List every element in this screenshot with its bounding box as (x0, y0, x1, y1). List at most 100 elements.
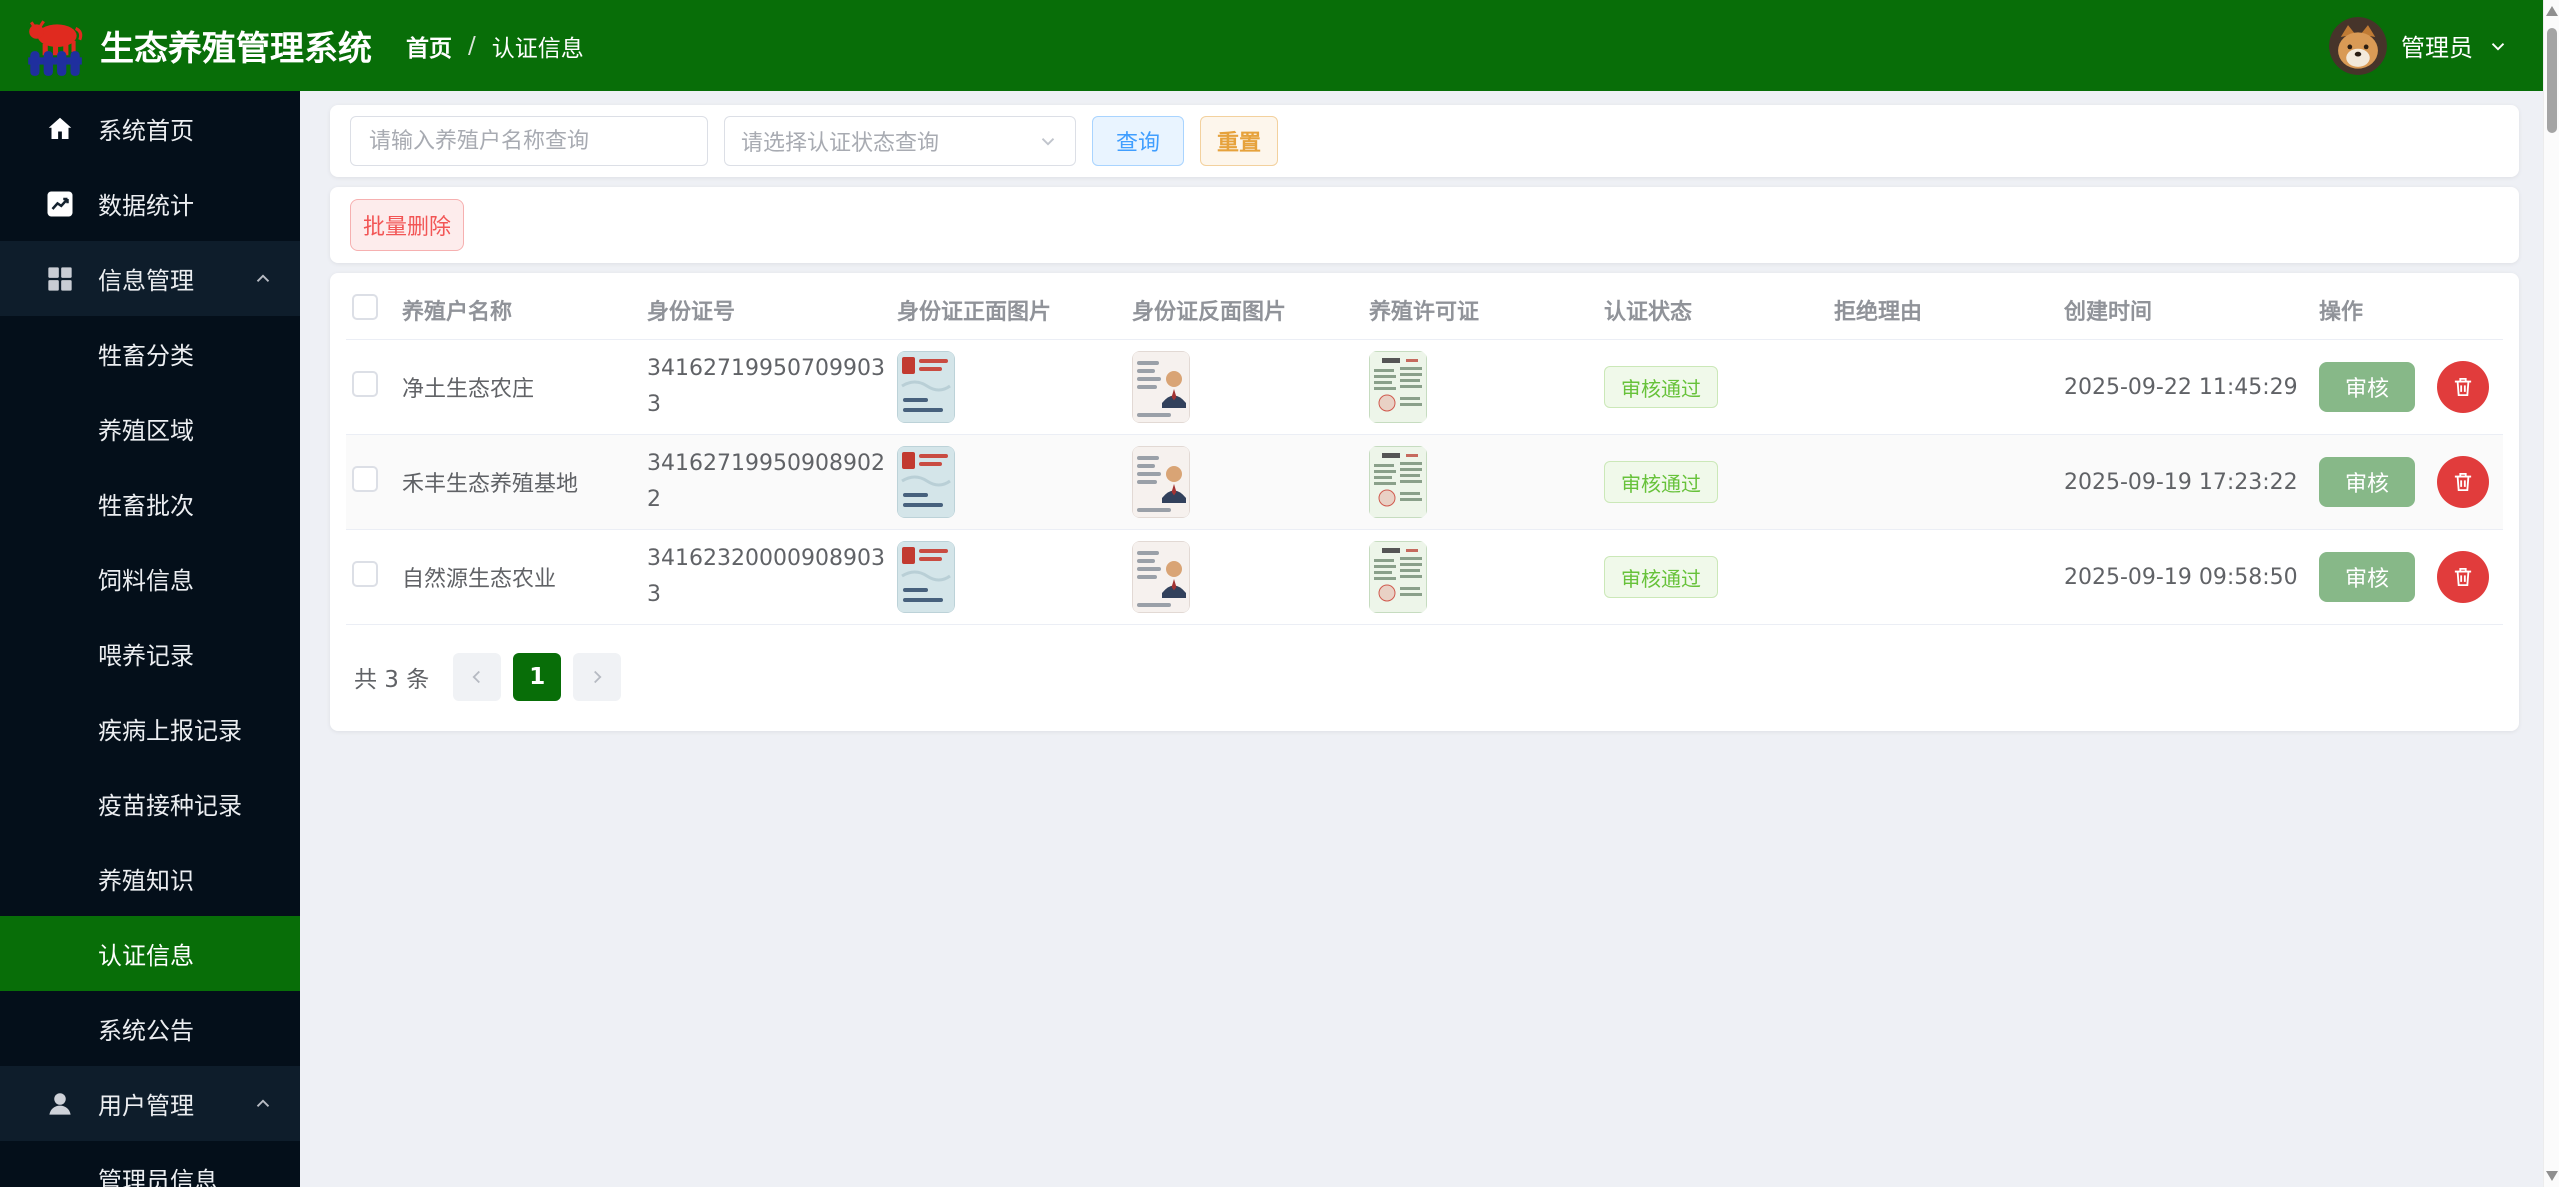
delete-button[interactable] (2437, 361, 2489, 413)
column-header: 身份证号 (647, 300, 736, 325)
sidebar-item-feed-info[interactable]: 饲料信息 (0, 541, 300, 616)
row-checkbox[interactable] (352, 466, 378, 492)
id-card-front-image[interactable] (897, 446, 955, 518)
app-title: 生态养殖管理系统 (100, 29, 372, 69)
sidebar-item-label: 养殖区域 (98, 417, 194, 445)
status-badge: 审核通过 (1604, 556, 1718, 598)
sidebar-item-home[interactable]: 系统首页 (0, 91, 300, 166)
review-button[interactable]: 审核 (2319, 457, 2415, 507)
sidebar-item-label: 疾病上报记录 (98, 717, 242, 745)
sidebar-item-feeding-records[interactable]: 喂养记录 (0, 616, 300, 691)
row-checkbox[interactable] (352, 371, 378, 397)
scrollbar-up-arrow[interactable] (2546, 6, 2558, 16)
batch-delete-button[interactable]: 批量删除 (350, 199, 464, 251)
certification-status-select[interactable]: 请选择认证状态查询 (724, 116, 1076, 166)
user-name: 管理员 (2401, 34, 2473, 62)
sidebar-item-disease-reports[interactable]: 疾病上报记录 (0, 691, 300, 766)
filter-card: 请选择认证状态查询 查询 重置 (330, 105, 2519, 177)
sidebar-group-label: 信息管理 (98, 267, 194, 295)
vertical-scrollbar[interactable] (2543, 0, 2559, 1187)
sidebar-item-label: 牲畜批次 (98, 492, 194, 520)
sidebar-item-livestock-batch[interactable]: 牲畜批次 (0, 466, 300, 541)
pagination: 共 3 条 1 (346, 653, 2503, 701)
review-button[interactable]: 审核 (2319, 362, 2415, 412)
sidebar-item-admin-info[interactable]: 管理员信息 (0, 1141, 300, 1187)
column-header: 操作 (2319, 300, 2364, 325)
sidebar-item-label: 系统首页 (98, 117, 194, 145)
sidebar-item-label: 牲畜分类 (98, 342, 194, 370)
sidebar-group-user[interactable]: 用户管理 (0, 1066, 300, 1141)
breadcrumb-home[interactable]: 首页 (406, 29, 452, 63)
sidebar-item-breeding-knowledge[interactable]: 养殖知识 (0, 841, 300, 916)
trash-icon (2454, 472, 2472, 492)
pagination-total: 共 3 条 (354, 667, 430, 693)
column-header: 身份证正面图片 (897, 300, 1052, 325)
user-avatar[interactable] (2329, 16, 2387, 75)
line-chart-icon (44, 188, 76, 220)
chevron-right-icon (594, 670, 602, 684)
sidebar-group-info[interactable]: 信息管理 (0, 241, 300, 316)
sidebar-item-breeding-area[interactable]: 养殖区域 (0, 391, 300, 466)
farmer-name: 自然源生态农业 (402, 567, 557, 592)
column-header: 创建时间 (2064, 300, 2153, 325)
table-row: 自然源生态农业 341623200009089033 审核通过 2025-09-… (346, 530, 2503, 625)
sidebar-item-label: 饲料信息 (98, 567, 194, 595)
id-card-back-image[interactable] (1132, 446, 1190, 518)
id-card-number: 341627199507099033 (647, 355, 885, 417)
chevron-down-icon (2491, 42, 2505, 51)
breeding-license-image[interactable] (1369, 541, 1427, 613)
table-row: 净土生态农庄 341627199507099033 审核通过 2025-09-2… (346, 340, 2503, 435)
id-card-back-image[interactable] (1132, 541, 1190, 613)
toolbar-card: 批量删除 (330, 187, 2519, 263)
sidebar-item-label: 系统公告 (98, 1017, 194, 1045)
sidebar: 系统首页 数据统计 信息管理 牲畜分类 养殖区域 牲畜批次 饲料信息 喂养记录 … (0, 91, 300, 1187)
scrollbar-thumb[interactable] (2547, 28, 2557, 133)
user-menu[interactable]: 管理员 (2329, 16, 2509, 75)
column-header: 身份证反面图片 (1132, 300, 1287, 325)
breadcrumb: 首页 / 认证信息 (406, 29, 584, 63)
sidebar-item-stats[interactable]: 数据统计 (0, 166, 300, 241)
status-badge: 审核通过 (1604, 366, 1718, 408)
search-button[interactable]: 查询 (1092, 116, 1184, 166)
trash-icon (2454, 377, 2472, 397)
column-header: 养殖户名称 (402, 300, 513, 325)
farmer-name: 净土生态农庄 (402, 377, 535, 402)
farmer-name: 禾丰生态养殖基地 (402, 472, 579, 497)
column-header: 拒绝理由 (1834, 300, 1923, 325)
id-card-number: 341627199509089022 (647, 450, 885, 512)
created-time: 2025-09-19 09:58:50 (2064, 564, 2298, 590)
table-header-row: 养殖户名称 身份证号 身份证正面图片 身份证反面图片 养殖许可证 认证状态 拒绝… (346, 281, 2503, 340)
breeding-license-image[interactable] (1369, 351, 1427, 423)
table-card: 养殖户名称 身份证号 身份证正面图片 身份证反面图片 养殖许可证 认证状态 拒绝… (330, 273, 2519, 731)
chevron-up-icon (256, 1098, 270, 1107)
select-placeholder: 请选择认证状态查询 (741, 131, 940, 156)
farmer-name-search-input[interactable] (350, 116, 708, 166)
created-time: 2025-09-22 11:45:29 (2064, 374, 2298, 400)
created-time: 2025-09-19 17:23:22 (2064, 469, 2298, 495)
next-page-button[interactable] (573, 653, 622, 701)
sidebar-item-livestock-category[interactable]: 牲畜分类 (0, 316, 300, 391)
id-card-front-image[interactable] (897, 541, 955, 613)
delete-button[interactable] (2437, 551, 2489, 603)
sidebar-item-label: 疫苗接种记录 (98, 792, 242, 820)
sidebar-group-label: 用户管理 (98, 1092, 194, 1120)
person-icon (44, 1088, 76, 1120)
chevron-left-icon (472, 670, 481, 684)
scrollbar-down-arrow[interactable] (2546, 1171, 2558, 1181)
sidebar-item-system-announcements[interactable]: 系统公告 (0, 991, 300, 1066)
sidebar-item-certification-info-active[interactable]: 认证信息 (0, 916, 300, 991)
prev-page-button[interactable] (453, 653, 502, 701)
delete-button[interactable] (2437, 456, 2489, 508)
id-card-front-image[interactable] (897, 351, 955, 423)
id-card-back-image[interactable] (1132, 351, 1190, 423)
sidebar-item-vaccination-records[interactable]: 疫苗接种记录 (0, 766, 300, 841)
row-checkbox[interactable] (352, 561, 378, 587)
reset-button[interactable]: 重置 (1200, 116, 1278, 166)
status-badge: 审核通过 (1604, 461, 1718, 503)
breeding-license-image[interactable] (1369, 446, 1427, 518)
home-icon (44, 113, 76, 145)
sidebar-item-label: 喂养记录 (98, 642, 194, 670)
page-number-current[interactable]: 1 (513, 653, 562, 701)
select-all-checkbox[interactable] (352, 294, 378, 320)
review-button[interactable]: 审核 (2319, 552, 2415, 602)
